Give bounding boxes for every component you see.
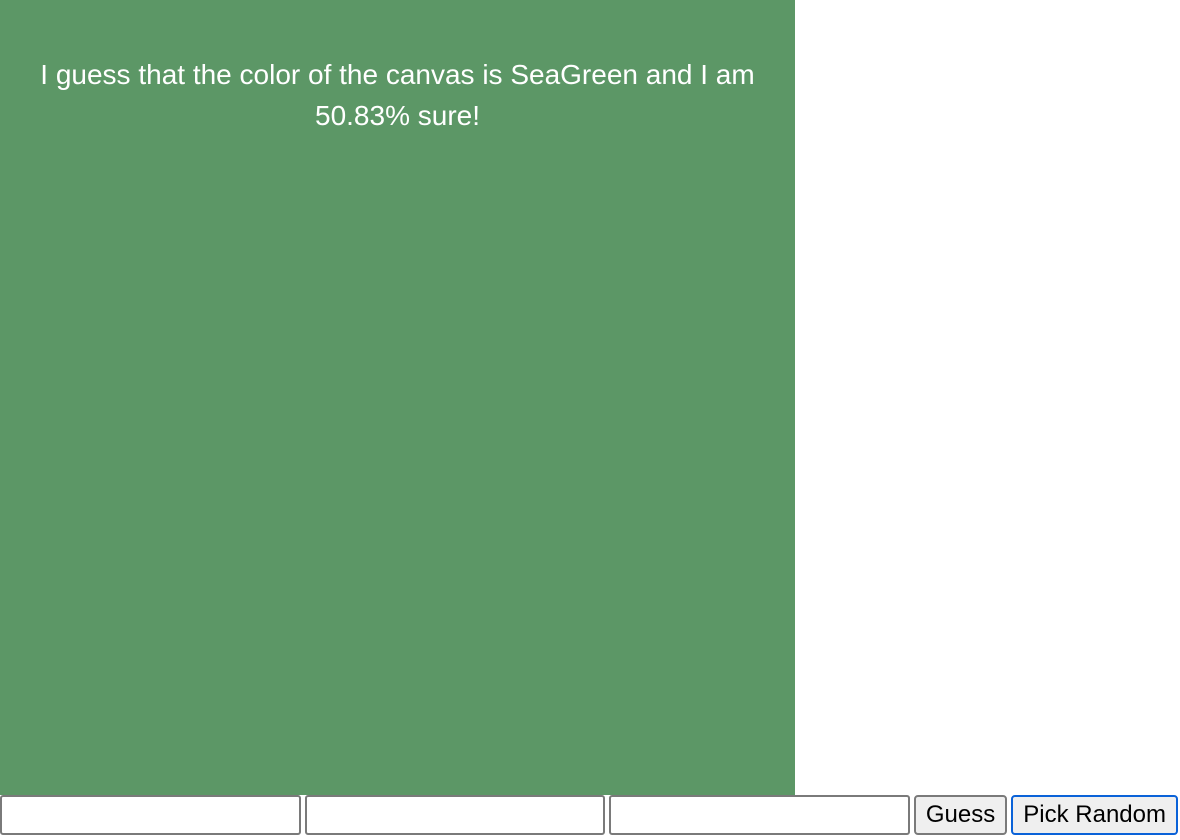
guess-button[interactable]: Guess	[914, 795, 1007, 835]
blue-input[interactable]	[609, 795, 910, 835]
guess-result-text: I guess that the color of the canvas is …	[0, 55, 795, 136]
pick-random-button[interactable]: Pick Random	[1011, 795, 1178, 835]
green-input[interactable]	[305, 795, 606, 835]
controls-row: Guess Pick Random	[0, 795, 1180, 837]
red-input[interactable]	[0, 795, 301, 835]
color-canvas: I guess that the color of the canvas is …	[0, 0, 795, 795]
